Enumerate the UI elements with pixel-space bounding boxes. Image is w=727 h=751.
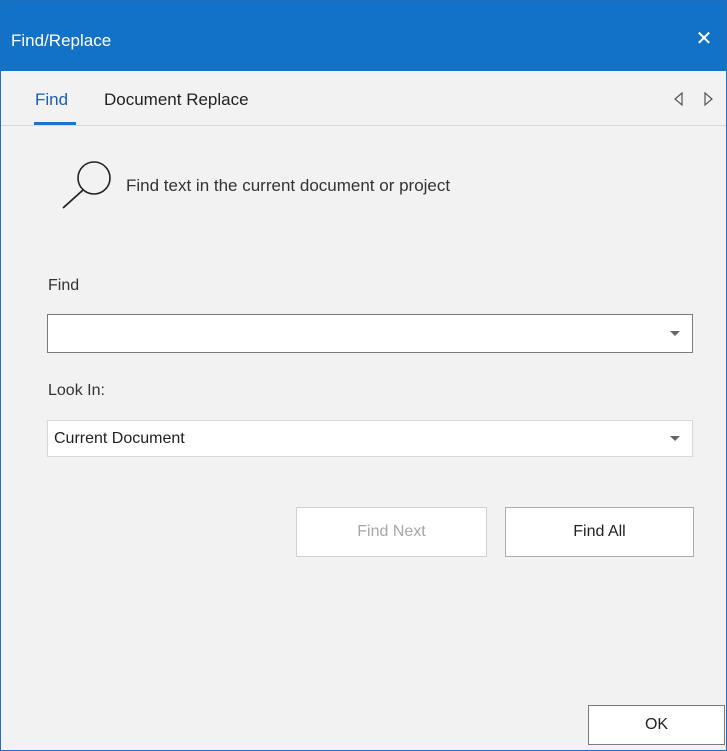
look-in-label: Look In:	[48, 382, 105, 399]
chevron-down-icon[interactable]	[670, 331, 680, 336]
find-combobox[interactable]	[47, 314, 693, 353]
tab-find[interactable]: Find	[35, 90, 68, 110]
title-bar[interactable]: Find/Replace ✕	[1, 1, 726, 71]
look-in-value: Current Document	[54, 430, 185, 447]
triangle-right-icon[interactable]	[700, 91, 716, 107]
look-in-combobox[interactable]: Current Document	[47, 420, 693, 457]
magnifier-icon	[62, 161, 111, 209]
find-replace-dialog: Find/Replace ✕ Find Document Replace Fin…	[0, 0, 727, 751]
tab-bar: Find Document Replace	[1, 71, 726, 126]
triangle-left-icon[interactable]	[671, 91, 687, 107]
active-tab-indicator	[34, 122, 76, 125]
find-label: Find	[48, 277, 80, 294]
find-next-button[interactable]: Find Next	[296, 507, 487, 557]
ok-button[interactable]: OK	[588, 705, 725, 745]
header-description: Find text in the current document or pro…	[126, 176, 451, 195]
chevron-down-icon[interactable]	[670, 436, 680, 441]
tab-document-replace[interactable]: Document Replace	[104, 90, 249, 110]
close-icon[interactable]: ✕	[690, 25, 718, 53]
find-all-button[interactable]: Find All	[505, 507, 694, 557]
window-title: Find/Replace	[11, 31, 112, 50]
